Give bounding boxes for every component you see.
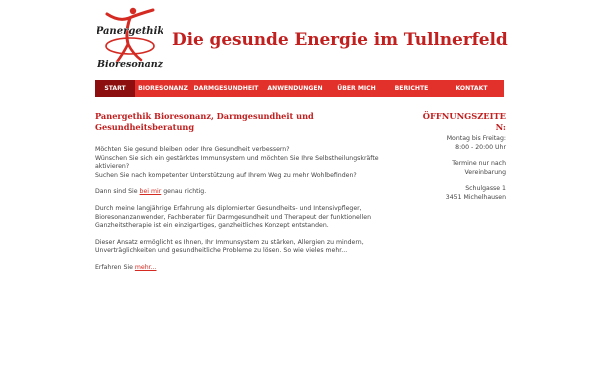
nav-item-darmgesundheit[interactable]: Darmgesundheit xyxy=(191,80,261,97)
opening-hours: Montag bis Freitag: 8:00 - 20:00 Uhr xyxy=(418,135,506,152)
nav-item-kontakt[interactable]: Kontakt xyxy=(439,80,504,97)
address: Schulgasse 1 3451 Michelhausen xyxy=(418,185,506,202)
intro-line-2: Wünschen Sie sich ein gestärktes Immunsy… xyxy=(95,154,379,171)
bei-mir-link[interactable]: bei mir xyxy=(140,188,162,195)
more-link[interactable]: mehr... xyxy=(135,264,157,271)
appointment-line-1: Termine nur nach xyxy=(452,160,506,168)
more-paragraph: Erfahren Sie mehr... xyxy=(95,264,405,273)
nav-item-anwendungen[interactable]: Anwendungen xyxy=(261,80,329,97)
site-logo[interactable]: Panergethik Bioresonanz xyxy=(97,4,163,70)
more-text-before: Erfahren Sie xyxy=(95,263,135,271)
address-city: 3451 Michelhausen xyxy=(445,193,506,201)
nav-item-ueber-mich[interactable]: Über mich xyxy=(329,80,384,97)
opening-hours-heading: ÖFFNUNGSZEITEN: xyxy=(422,111,506,132)
nav-item-bioresonanz[interactable]: Bioresonanz xyxy=(135,80,191,97)
experience-paragraph: Durch meine langjährige Erfahrung als di… xyxy=(95,204,371,230)
opening-hours-days: Montag bis Freitag: xyxy=(446,135,506,142)
bei-mir-paragraph: Dann sind Sie bei mir genau richtig. xyxy=(95,188,405,197)
bei-mir-text-after: genau richtig. xyxy=(161,188,207,196)
bei-mir-text-before: Dann sind Sie xyxy=(95,188,140,196)
main-content: Panergethik Bioresonanz, Darmgesundheit … xyxy=(95,111,405,281)
page-heading: Panergethik Bioresonanz, Darmgesundheit … xyxy=(95,111,314,132)
site-title: Die gesunde Energie im Tullnerfeld xyxy=(172,30,508,50)
logo-figure-icon: Panergethik Bioresonanz xyxy=(97,7,163,70)
logo-text-top: Panergethik xyxy=(97,26,163,37)
appointment-line-2: Vereinbarung xyxy=(464,168,506,176)
intro-line-3: Suchen Sie nach kompetenter Unterstützun… xyxy=(95,171,357,179)
main-nav: Start Bioresonanz Darmgesundheit Anwendu… xyxy=(95,80,504,97)
approach-paragraph: Dieser Ansatz ermöglicht es Ihnen, Ihr I… xyxy=(95,238,364,255)
nav-item-start[interactable]: Start xyxy=(95,80,135,97)
logo-text-bottom: Bioresonanz xyxy=(97,59,163,70)
address-street: Schulgasse 1 xyxy=(465,185,506,193)
appointment-note: Termine nur nach Vereinbarung xyxy=(418,160,506,177)
nav-item-berichte[interactable]: Berichte xyxy=(384,80,439,97)
opening-hours-sidebar: ÖFFNUNGSZEITEN: Montag bis Freitag: 8:00… xyxy=(418,111,506,211)
intro-paragraph: Möchten Sie gesund bleiben oder Ihre Ges… xyxy=(95,146,405,180)
opening-hours-times: 8:00 - 20:00 Uhr xyxy=(455,143,506,151)
intro-line-1: Möchten Sie gesund bleiben oder Ihre Ges… xyxy=(95,146,290,153)
